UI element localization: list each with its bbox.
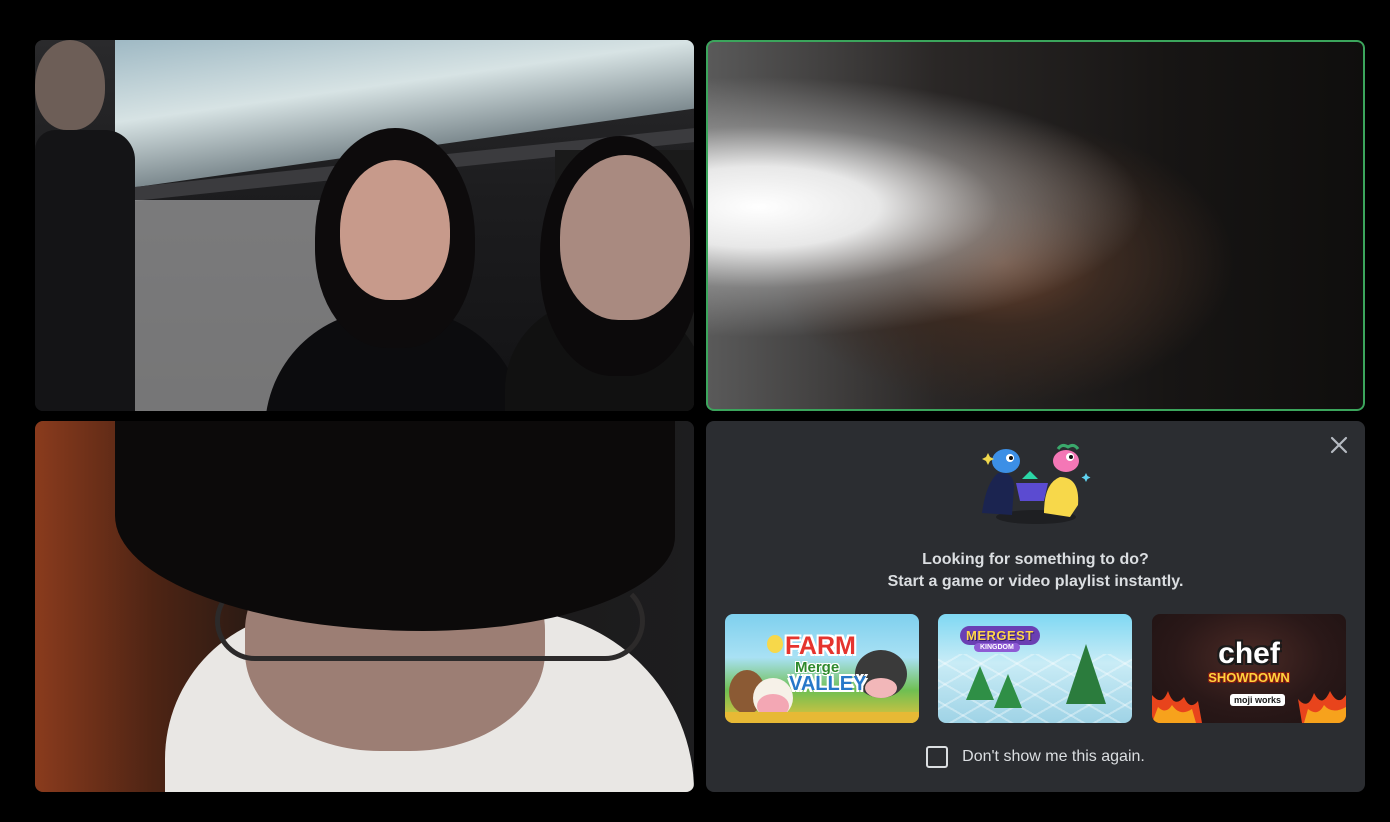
game-title: FARM [785, 632, 856, 660]
person-left-body [35, 130, 135, 411]
video-feed [706, 40, 1365, 411]
video-tile-speaking[interactable] [706, 40, 1365, 411]
close-button[interactable] [1327, 433, 1351, 457]
tree [994, 674, 1022, 708]
game-title: chef [1218, 637, 1280, 670]
game-card-chef-showdown[interactable]: chef SHOWDOWN moji works [1152, 614, 1346, 723]
dont-show-label: Don't show me this again. [962, 748, 1145, 765]
game-subtitle: SHOWDOWN [1208, 670, 1290, 685]
close-icon [1330, 436, 1348, 454]
dont-show-again-row[interactable]: Don't show me this again. [706, 746, 1365, 768]
video-tile-participants-group[interactable] [35, 40, 694, 411]
activity-suggestion-card: Looking for something to do? Start a gam… [706, 421, 1365, 792]
game-subtitle-secondary: VALLEY [789, 673, 867, 695]
game-card-mergest-kingdom[interactable]: MERGEST KINGDOM [938, 614, 1132, 723]
person-left-head [35, 40, 105, 130]
publisher-logo: moji works [1230, 694, 1286, 706]
game-card-farm-merge-valley[interactable]: FARM Merge VALLEY [725, 614, 919, 723]
person-right-face [560, 155, 690, 320]
video-tile-participant[interactable] [35, 421, 694, 792]
activity-characters-illustration [982, 443, 1091, 524]
decorated-tree [1066, 644, 1106, 704]
person-middle-face [340, 160, 450, 300]
prompt-subtitle: Start a game or video playlist instantly… [887, 573, 1184, 590]
game-subtitle: KINGDOM [974, 643, 1020, 652]
tree [966, 666, 994, 700]
prompt-title: Looking for something to do? [922, 551, 1149, 568]
dont-show-checkbox[interactable] [926, 746, 949, 768]
